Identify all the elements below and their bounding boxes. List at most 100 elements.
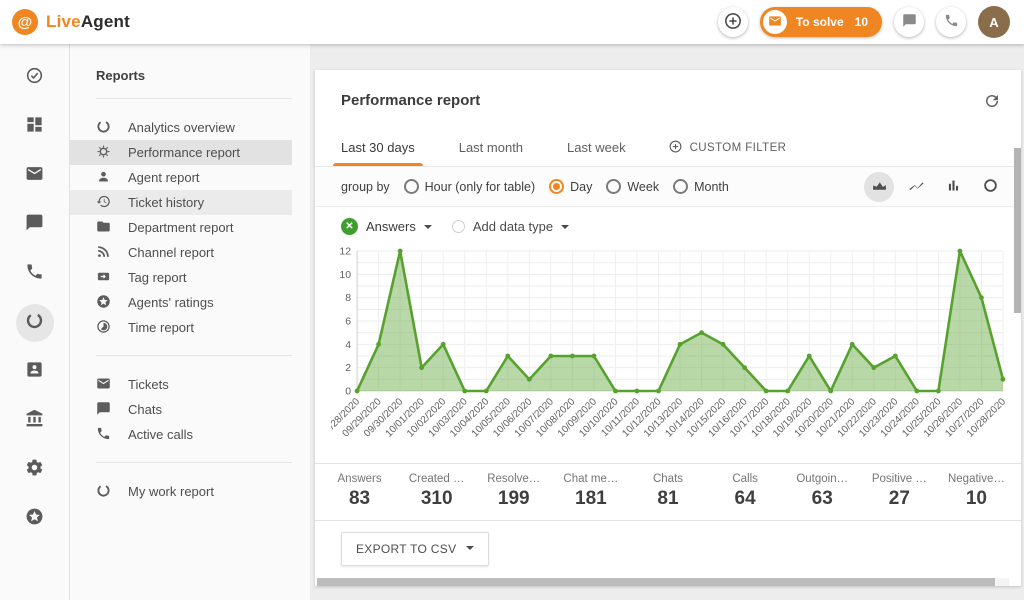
rail-item-calls[interactable] <box>16 255 54 293</box>
chart-type-donut[interactable] <box>975 172 1005 202</box>
performance-icon <box>96 144 111 162</box>
calls-button[interactable] <box>936 7 966 37</box>
avatar[interactable]: A <box>978 6 1010 38</box>
menu-item-channel-report[interactable]: Channel report <box>70 240 292 265</box>
chat-icon <box>96 401 111 419</box>
radio-icon <box>549 179 564 194</box>
stat-chat-me: Chat me…181 <box>552 473 629 510</box>
group-by-row: group by Hour (only for table) Day Week Mon… <box>315 167 1021 207</box>
export-csv-label: EXPORT TO CSV <box>356 542 456 556</box>
menu-item-analytics-overview[interactable]: Analytics overview <box>70 115 292 140</box>
radio-icon <box>673 179 688 194</box>
stat-value: 64 <box>707 488 784 510</box>
vertical-scrollbar[interactable] <box>1013 70 1021 576</box>
menu-item-agent-report[interactable]: Agent report <box>70 165 292 190</box>
chart-type-bar-chart[interactable] <box>938 172 968 202</box>
radio-week[interactable]: Week <box>606 179 659 194</box>
radio-day[interactable]: Day <box>549 179 592 194</box>
rail-item-tickets[interactable] <box>16 157 54 195</box>
menu-item-label: My work report <box>128 484 214 499</box>
chevron-down-icon <box>424 225 432 233</box>
custom-filter-button[interactable]: CUSTOM FILTER <box>668 129 787 166</box>
menu-item-tag-report[interactable]: Tag report <box>70 265 292 290</box>
stat-chats: Chats81 <box>629 473 706 510</box>
menu-item-ticket-history[interactable]: Ticket history <box>70 190 292 215</box>
rss-icon <box>96 244 111 262</box>
area-chart-icon <box>871 177 888 197</box>
menu-item-performance-report[interactable]: Performance report <box>70 140 292 165</box>
refresh-button[interactable] <box>983 92 1001 113</box>
brand-logo[interactable]: @ LiveAgent <box>12 9 130 35</box>
chart-type-line-chart[interactable] <box>901 172 931 202</box>
radio-hour-only-for-table[interactable]: Hour (only for table) <box>404 179 535 194</box>
rail-item-configuration[interactable] <box>16 451 54 489</box>
svg-text:10: 10 <box>339 269 351 281</box>
vertical-scrollbar-thumb[interactable] <box>1014 148 1021 313</box>
rail-item-resolved-tickets[interactable] <box>16 59 54 97</box>
radio-label: Month <box>694 180 729 194</box>
menu-item-department-report[interactable]: Department report <box>70 215 292 240</box>
topbar: @ LiveAgent To solve 10 A <box>0 0 1024 44</box>
to-solve-button[interactable]: To solve 10 <box>760 7 882 37</box>
liveagent-logo-icon: @ <box>12 9 38 35</box>
data-usage-icon <box>96 119 111 137</box>
add-button[interactable] <box>718 7 748 37</box>
stat-label: Outgoin… <box>784 473 861 485</box>
radio-month[interactable]: Month <box>673 179 729 194</box>
stat-answers: Answers83 <box>321 473 398 510</box>
menu-item-active-calls[interactable]: Active calls <box>70 422 292 447</box>
plus-circle-icon <box>668 139 683 157</box>
horizontal-scrollbar-thumb[interactable] <box>317 578 995 586</box>
chart-type-switcher <box>864 172 1005 202</box>
radio-label: Hour (only for table) <box>425 180 535 194</box>
menu-item-label: Tag report <box>128 270 187 285</box>
horizontal-scrollbar[interactable] <box>317 578 1009 586</box>
radio-label: Day <box>570 180 592 194</box>
add-data-type-button[interactable]: Add data type <box>452 219 569 234</box>
export-csv-button[interactable]: EXPORT TO CSV <box>341 532 489 566</box>
menu-item-agents-ratings[interactable]: Agents' ratings <box>70 290 292 315</box>
rail-item-company[interactable] <box>16 402 54 440</box>
tab-last-month[interactable]: Last month <box>437 129 545 166</box>
svg-text:8: 8 <box>345 292 351 304</box>
answers-chip[interactable]: ✕ Answers <box>341 218 432 235</box>
stat-label: Positive … <box>861 473 938 485</box>
phone-icon <box>96 426 111 444</box>
menu-item-label: Tickets <box>128 377 169 392</box>
rail-item-contacts[interactable] <box>16 353 54 391</box>
stat-value: 199 <box>475 488 552 510</box>
refresh-icon <box>983 92 1001 113</box>
envelope-icon <box>763 10 787 34</box>
line-chart-icon <box>908 177 925 197</box>
tag-icon <box>96 269 111 287</box>
menu-item-tickets[interactable]: Tickets <box>70 372 292 397</box>
group-by-label: group by <box>341 180 390 194</box>
menu-item-label: Agent report <box>128 170 200 185</box>
menu-item-my-work-report[interactable]: My work report <box>70 479 292 504</box>
tab-last-week[interactable]: Last week <box>545 129 648 166</box>
chart-type-area-chart[interactable] <box>864 172 894 202</box>
rail-item-dashboard[interactable] <box>16 108 54 146</box>
menu-item-label: Performance report <box>128 145 240 160</box>
gear-icon <box>25 458 44 482</box>
stat-label: Answers <box>321 473 398 485</box>
menu-item-time-report[interactable]: Time report <box>70 315 292 340</box>
history-icon <box>96 194 111 212</box>
menu-item-chats[interactable]: Chats <box>70 397 292 422</box>
tab-last-30-days[interactable]: Last 30 days <box>319 129 437 166</box>
stat-value: 27 <box>861 488 938 510</box>
rail-item-reports[interactable] <box>16 304 54 342</box>
bar-chart-icon <box>945 177 962 197</box>
rail-item-chats[interactable] <box>16 206 54 244</box>
svg-text:12: 12 <box>339 246 351 258</box>
stat-resolve: Resolve…199 <box>475 473 552 510</box>
summary-stats-row: Answers83Created …310Resolve…199Chat me…… <box>315 463 1021 520</box>
group-by-options: Hour (only for table) Day Week Month <box>404 179 729 194</box>
stat-value: 310 <box>398 488 475 510</box>
custom-filter-label: CUSTOM FILTER <box>690 142 787 154</box>
rail-item-gamification[interactable] <box>16 500 54 538</box>
remove-icon[interactable]: ✕ <box>341 218 358 235</box>
check-circle-icon <box>25 66 44 90</box>
chats-button[interactable] <box>894 7 924 37</box>
data-usage-icon <box>96 483 111 501</box>
